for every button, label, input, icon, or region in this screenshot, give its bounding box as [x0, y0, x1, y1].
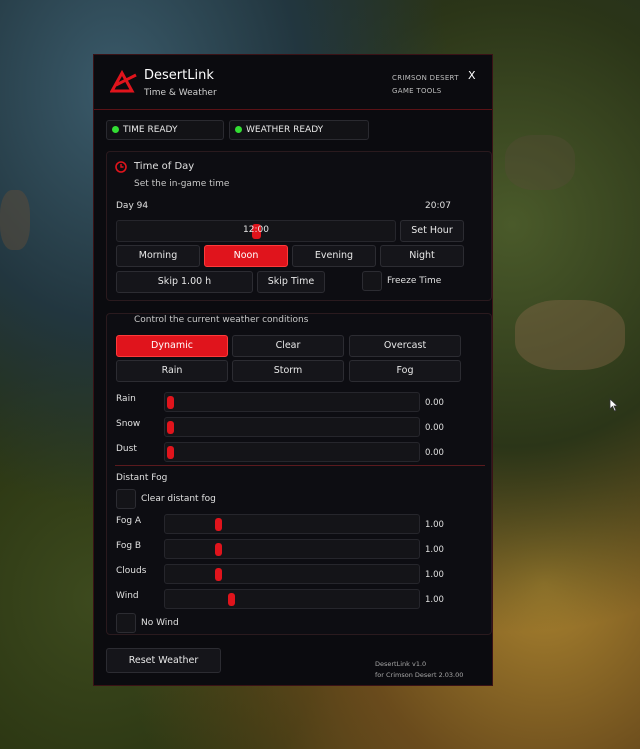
freeze-time-label: Freeze Time: [387, 276, 442, 286]
weather-status-badge: WEATHER READY: [229, 120, 369, 140]
rain-slider-label: Rain: [116, 394, 136, 404]
weather-clear-button[interactable]: Clear: [232, 335, 344, 357]
weather-rain-button[interactable]: Rain: [116, 360, 228, 382]
hour-slider-value: 12:00: [243, 225, 269, 235]
wind-slider-handle[interactable]: [228, 593, 235, 606]
wind-slider-value: 1.00: [425, 595, 444, 605]
preset-evening-button[interactable]: Evening: [292, 245, 376, 267]
time-section: Time of Day Set the in-game time Day 94 …: [106, 151, 492, 301]
section-divider: [115, 465, 485, 466]
app-subtitle: Time & Weather: [144, 88, 217, 98]
no-wind-label: No Wind: [141, 618, 179, 628]
mouse-cursor-icon: [609, 398, 619, 412]
weather-section-subtitle: Control the current weather conditions: [134, 315, 309, 325]
rain-slider-handle[interactable]: [167, 396, 174, 409]
fog-b-slider-handle[interactable]: [215, 543, 222, 556]
dust-slider-handle[interactable]: [167, 446, 174, 459]
fog-a-slider-handle[interactable]: [215, 518, 222, 531]
snow-slider-label: Snow: [116, 419, 141, 429]
close-button[interactable]: X: [468, 69, 476, 82]
dust-slider-label: Dust: [116, 444, 137, 454]
time-section-subtitle: Set the in-game time: [134, 179, 230, 189]
app-title: DesertLink: [144, 68, 214, 83]
status-dot-icon: [235, 126, 242, 133]
snow-slider[interactable]: [164, 417, 420, 437]
wind-slider-label: Wind: [116, 591, 139, 601]
snow-slider-handle[interactable]: [167, 421, 174, 434]
weather-section: Control the current weather conditions D…: [106, 313, 492, 635]
clouds-slider-handle[interactable]: [215, 568, 222, 581]
set-hour-button[interactable]: Set Hour: [400, 220, 464, 242]
preset-noon-button[interactable]: Noon: [204, 245, 288, 267]
fog-b-slider-value: 1.00: [425, 545, 444, 555]
time-section-title: Time of Day: [134, 161, 195, 172]
target-text: for Crimson Desert 2.03.00: [375, 671, 464, 679]
rain-slider-value: 0.00: [425, 398, 444, 408]
fog-a-slider-label: Fog A: [116, 516, 142, 526]
brand-line-2: GAME TOOLS: [392, 87, 442, 95]
background-rock: [0, 190, 30, 250]
time-status-badge: TIME READY: [106, 120, 224, 140]
wind-slider[interactable]: [164, 589, 420, 609]
weather-fog-button[interactable]: Fog: [349, 360, 461, 382]
version-text: DesertLink v1.0: [375, 660, 427, 668]
time-status-label: TIME READY: [123, 125, 178, 135]
preset-night-button[interactable]: Night: [380, 245, 464, 267]
reset-weather-button[interactable]: Reset Weather: [106, 648, 221, 673]
hour-slider[interactable]: 12:00: [116, 220, 396, 242]
weather-status-label: WEATHER READY: [246, 125, 324, 135]
preset-morning-button[interactable]: Morning: [116, 245, 200, 267]
fog-a-slider[interactable]: [164, 514, 420, 534]
background-rock: [505, 135, 575, 190]
window-header: DesertLink Time & Weather CRIMSON DESERT…: [94, 55, 492, 110]
weather-overcast-button[interactable]: Overcast: [349, 335, 461, 357]
fog-b-slider-label: Fog B: [116, 541, 142, 551]
day-readout: Day 94: [116, 201, 149, 211]
background-rock: [515, 300, 625, 370]
skip-amount-stepper[interactable]: Skip 1.00 h: [116, 271, 253, 293]
brand-line-1: CRIMSON DESERT: [392, 74, 459, 82]
fog-a-slider-value: 1.00: [425, 520, 444, 530]
weather-storm-button[interactable]: Storm: [232, 360, 344, 382]
weather-dynamic-button[interactable]: Dynamic: [116, 335, 228, 357]
brand-text: CRIMSON DESERT GAME TOOLS: [392, 72, 459, 98]
clear-distant-fog-checkbox[interactable]: [116, 489, 136, 509]
clock-icon: [115, 161, 127, 173]
dust-slider[interactable]: [164, 442, 420, 462]
skip-time-button[interactable]: Skip Time: [257, 271, 325, 293]
distant-fog-title: Distant Fog: [116, 473, 168, 483]
no-wind-checkbox[interactable]: [116, 613, 136, 633]
rain-slider[interactable]: [164, 392, 420, 412]
snow-slider-value: 0.00: [425, 423, 444, 433]
clear-distant-fog-label: Clear distant fog: [141, 494, 216, 504]
dust-slider-value: 0.00: [425, 448, 444, 458]
desertlink-window: DesertLink Time & Weather CRIMSON DESERT…: [93, 54, 493, 686]
status-dot-icon: [112, 126, 119, 133]
clock-readout: 20:07: [425, 201, 451, 211]
clouds-slider[interactable]: [164, 564, 420, 584]
clouds-slider-value: 1.00: [425, 570, 444, 580]
desertlink-logo-icon: [110, 69, 137, 93]
version-footer: DesertLink v1.0 for Crimson Desert 2.03.…: [375, 659, 463, 681]
clouds-slider-label: Clouds: [116, 566, 147, 576]
fog-b-slider[interactable]: [164, 539, 420, 559]
freeze-time-checkbox[interactable]: [362, 271, 382, 291]
